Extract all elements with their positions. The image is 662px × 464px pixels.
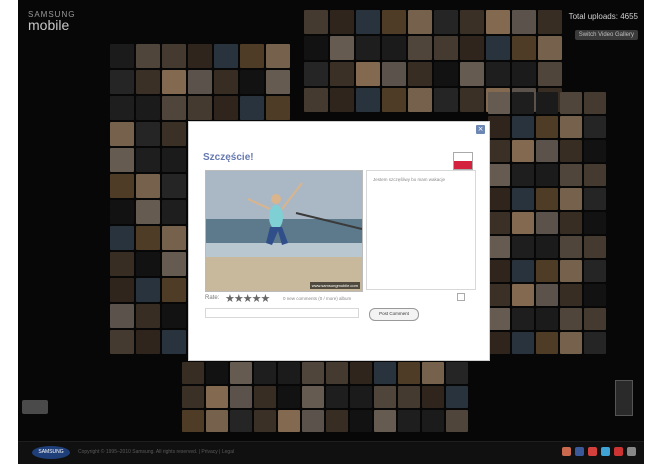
footer-bar: SAMSUNG Copyright © 1995–2010 Samsung. A… [18,441,644,464]
post-comment-button[interactable]: Post Comment [369,308,419,321]
footer-social-icons [562,447,636,456]
zoom-control[interactable] [612,374,636,436]
twitter-icon[interactable] [601,447,610,456]
brand-line2: mobile [28,17,70,33]
photo-image[interactable]: www.samsungmobile.com [205,170,363,292]
facebook-icon[interactable] [575,447,584,456]
photo-description-box: Jestem szczęśliwy bo mam wakacje [366,170,476,290]
comments-info: 0 new comments (0 / more) album [283,296,352,301]
poland-flag-icon [453,152,473,170]
comments-checkbox[interactable] [457,293,465,301]
photo-title: Szczęście! [203,152,254,163]
photo-detail-modal: × Szczęście! www.samsungmobile.com Jeste… [188,121,490,361]
photo-description: Jestem szczęśliwy bo mam wakacje [373,177,446,182]
email-icon[interactable] [614,447,623,456]
rate-label: Rate: [205,295,220,301]
footer-text: Copyright © 1995–2010 Samsung. All right… [78,449,235,455]
zoom-slider[interactable] [615,380,633,416]
photo-wall-stage: SAMSUNG mobile Total uploads: 4655 Switc… [18,0,644,464]
footer-logo[interactable]: SAMSUNG [32,446,70,459]
comment-input[interactable] [205,308,359,318]
jumping-person-photo [206,171,362,291]
switch-gallery-button[interactable]: Switch Video Gallery [574,30,638,40]
menu-icon[interactable] [627,447,636,456]
star-rating[interactable]: ★★★★★ [225,292,270,305]
side-panel-toggle[interactable] [22,400,48,414]
photo-watermark: www.samsungmobile.com [309,282,360,289]
youtube-icon[interactable] [588,447,597,456]
brand-logo: SAMSUNG mobile [28,10,75,33]
rating-row: Rate: ★★★★★ 0 new comments (0 / more) al… [205,292,479,307]
close-icon[interactable]: × [476,125,485,134]
share-icon[interactable] [562,447,571,456]
uploads-label: Total uploads: 4655 [568,12,638,21]
uploads-counter: Total uploads: 4655 Switch Video Gallery [569,12,638,40]
